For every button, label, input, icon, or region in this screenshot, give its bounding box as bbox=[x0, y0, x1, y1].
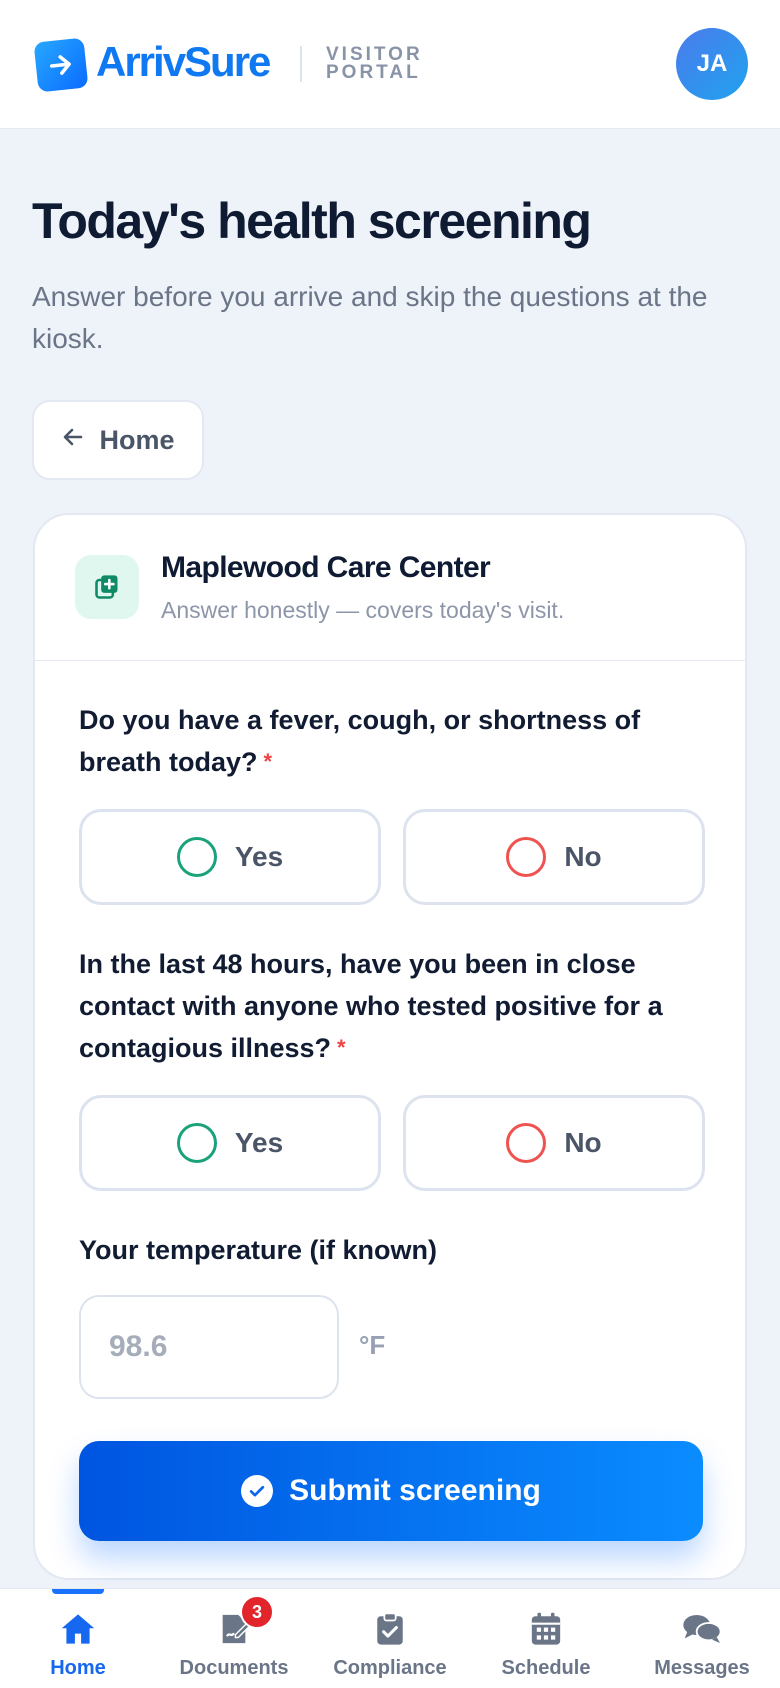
brand-name: ArrivSure bbox=[96, 38, 271, 85]
clipboard-check-icon bbox=[370, 1611, 410, 1647]
calendar-icon bbox=[526, 1611, 566, 1647]
required-marker: * bbox=[337, 1035, 346, 1060]
q1-no-label: No bbox=[564, 841, 602, 872]
nav-item-compliance[interactable]: Compliance bbox=[312, 1589, 468, 1688]
bottom-nav: Home 3 Documents Compliance Schedule Mes… bbox=[0, 1588, 780, 1688]
card-header: Maplewood Care Center Answer honestly — … bbox=[35, 515, 745, 661]
screening-card: Maplewood Care Center Answer honestly — … bbox=[33, 513, 747, 1580]
radio-circle-icon[interactable] bbox=[176, 1123, 217, 1163]
nav-label-messages: Messages bbox=[654, 1657, 750, 1679]
question-1-text: Do you have a fever, cough, or shortness… bbox=[79, 705, 641, 777]
nav-item-schedule[interactable]: Schedule bbox=[468, 1589, 624, 1688]
submit-screening-button[interactable]: Submit screening bbox=[79, 1441, 703, 1541]
arrow-left-icon bbox=[61, 425, 85, 456]
temperature-unit: °F bbox=[359, 1330, 386, 1360]
facility-name: Maplewood Care Center bbox=[161, 551, 491, 584]
q1-yes-label: Yes bbox=[234, 841, 284, 872]
question-2-label: In the last 48 hours, have you been in c… bbox=[79, 943, 709, 1069]
radio-circle-icon[interactable] bbox=[506, 837, 547, 877]
temperature-input[interactable] bbox=[79, 1295, 339, 1399]
radio-circle-icon[interactable] bbox=[176, 837, 217, 877]
documents-badge: 3 bbox=[240, 1595, 274, 1629]
medical-plus-icon bbox=[75, 555, 139, 619]
nav-item-messages[interactable]: Messages bbox=[624, 1589, 780, 1688]
nav-label-schedule: Schedule bbox=[501, 1657, 591, 1679]
q2-yes-option[interactable]: Yes bbox=[79, 1095, 381, 1191]
portal-label: VISITOR PORTAL bbox=[326, 45, 436, 83]
q2-no-option[interactable]: No bbox=[403, 1095, 705, 1191]
question-2-text: In the last 48 hours, have you been in c… bbox=[79, 949, 663, 1063]
app-header: ArrivSure VISITOR PORTAL JA bbox=[0, 0, 780, 129]
page-title: Today's health screening bbox=[32, 193, 592, 249]
logo-arrow-icon bbox=[33, 37, 89, 93]
temperature-label: Your temperature (if known) bbox=[79, 1235, 438, 1265]
nav-label-home: Home bbox=[50, 1657, 106, 1679]
user-avatar[interactable]: JA bbox=[676, 28, 748, 100]
page-subtitle: Answer before you arrive and skip the qu… bbox=[32, 281, 708, 354]
question-1-label: Do you have a fever, cough, or shortness… bbox=[79, 699, 709, 783]
logo-divider bbox=[300, 46, 302, 82]
back-home-button[interactable]: Home bbox=[32, 400, 204, 480]
q1-yes-option[interactable]: Yes bbox=[79, 809, 381, 905]
nav-label-compliance: Compliance bbox=[333, 1657, 447, 1679]
check-circle-icon bbox=[241, 1475, 274, 1507]
nav-label-documents: Documents bbox=[179, 1657, 289, 1679]
q2-yes-label: Yes bbox=[234, 1127, 284, 1158]
home-icon bbox=[58, 1611, 98, 1647]
back-home-label: Home bbox=[99, 424, 175, 455]
nav-item-documents[interactable]: 3 Documents bbox=[156, 1589, 312, 1688]
q1-no-option[interactable]: No bbox=[403, 809, 705, 905]
facility-note: Answer honestly — covers today's visit. bbox=[161, 597, 565, 623]
portal-label-line2: PORTAL bbox=[326, 62, 421, 83]
submit-label: Submit screening bbox=[289, 1474, 541, 1507]
chat-bubbles-icon bbox=[682, 1611, 722, 1647]
required-marker: * bbox=[263, 749, 273, 774]
radio-circle-icon[interactable] bbox=[506, 1123, 547, 1163]
document-sign-icon: 3 bbox=[214, 1595, 274, 1647]
nav-item-home[interactable]: Home bbox=[0, 1589, 156, 1688]
q2-no-label: No bbox=[564, 1127, 602, 1158]
